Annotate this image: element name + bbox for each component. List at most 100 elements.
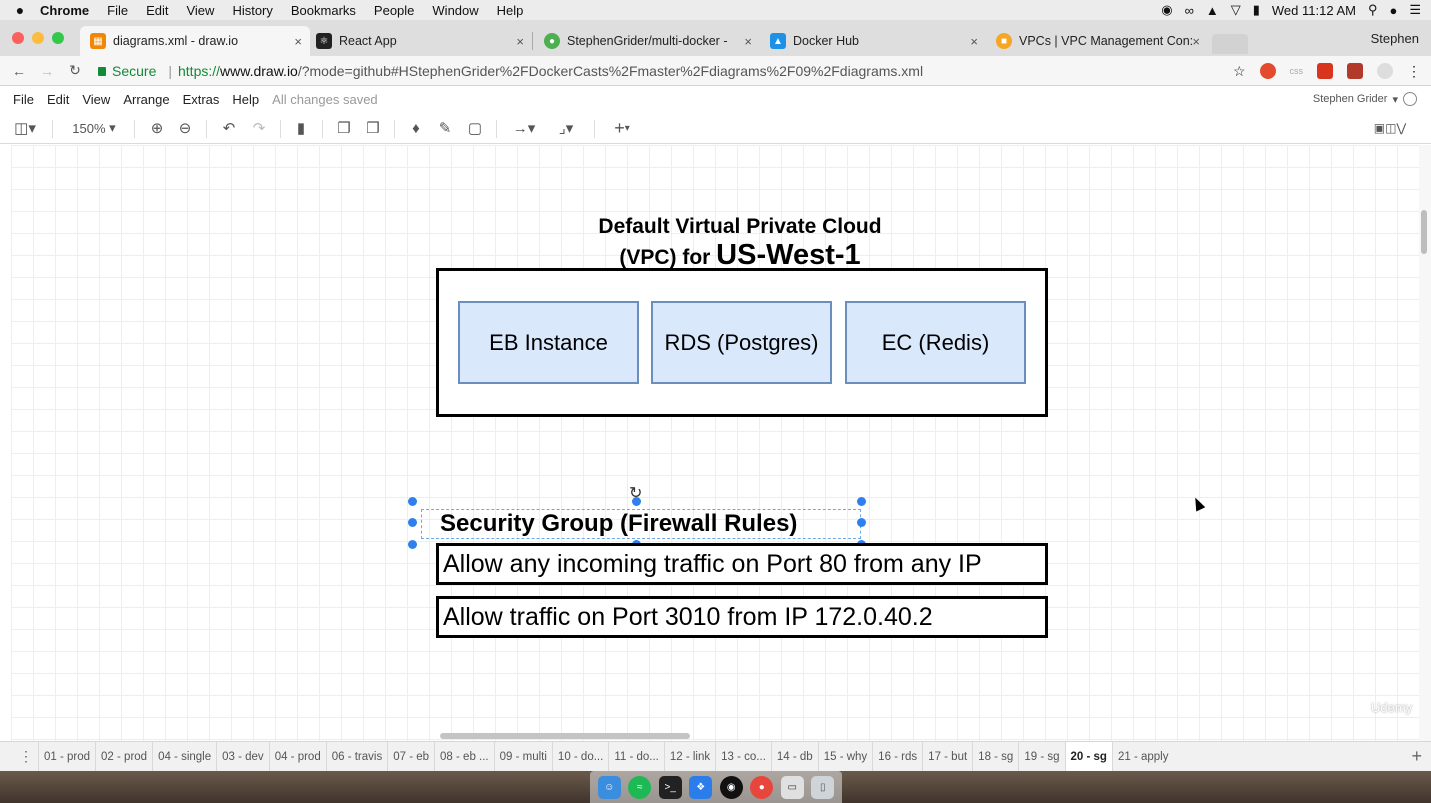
firewall-rule-2[interactable]: Allow traffic on Port 3010 from IP 172.0… — [436, 596, 1048, 638]
minimize-window-icon[interactable] — [32, 32, 44, 44]
panel-toggle-icon[interactable]: ◫▾ — [10, 112, 40, 144]
page-tab[interactable]: 01 - prod — [38, 741, 95, 772]
chrome-icon[interactable]: ● — [750, 775, 774, 799]
zoom-in-icon[interactable]: ⊕ — [146, 112, 168, 144]
page-tab[interactable]: 04 - prod — [268, 741, 326, 772]
menu-edit[interactable]: Edit — [146, 3, 168, 18]
drawio-menu-view[interactable]: View — [82, 92, 110, 107]
tab-drawio[interactable]: ▦ diagrams.xml - draw.io × — [80, 26, 310, 56]
eb-instance-shape[interactable]: EB Instance — [458, 301, 639, 384]
glasses-icon[interactable]: ∞ — [1185, 3, 1194, 18]
spotlight-icon[interactable]: ⚲ — [1368, 2, 1378, 18]
drawio-menu-edit[interactable]: Edit — [47, 92, 69, 107]
waypoints-icon[interactable]: ⌟▾ — [548, 112, 584, 144]
resize-handle[interactable] — [857, 497, 866, 506]
drawio-menu-file[interactable]: File — [13, 92, 34, 107]
shadow-icon[interactable]: ▢ — [464, 112, 486, 144]
resize-handle[interactable] — [408, 518, 417, 527]
notification-center-icon[interactable]: ☰ — [1409, 2, 1421, 18]
connection-style-icon[interactable]: →▾ — [506, 112, 542, 144]
firewall-rule-1[interactable]: Allow any incoming traffic on Port 80 fr… — [436, 543, 1048, 585]
pages-menu-icon[interactable]: ⋮ — [14, 748, 38, 765]
line-color-icon[interactable]: ✎ — [434, 112, 456, 144]
menu-file[interactable]: File — [107, 3, 128, 18]
ublock-extension-icon[interactable] — [1347, 63, 1363, 79]
delete-icon[interactable]: ▮ — [290, 112, 312, 144]
resize-handle[interactable] — [632, 497, 641, 506]
user-menu[interactable]: Stephen Grider ▾ — [1313, 92, 1417, 106]
wifi-icon[interactable]: ▽ — [1231, 2, 1241, 18]
tab-github[interactable]: ● StephenGrider/multi-docker - × — [534, 26, 760, 56]
horizontal-scrollbar-thumb[interactable] — [440, 733, 690, 739]
page-tab[interactable]: 21 - apply — [1111, 741, 1174, 772]
clock[interactable]: Wed 11:12 AM — [1272, 3, 1356, 18]
docker-icon[interactable]: ▲ — [1206, 3, 1219, 18]
page-tab[interactable]: 13 - co... — [715, 741, 771, 772]
bookmark-star-icon[interactable]: ☆ — [1233, 63, 1246, 80]
page-tab[interactable]: 11 - do... — [608, 741, 664, 772]
resize-handle[interactable] — [408, 497, 417, 506]
zoom-out-icon[interactable]: ⊖ — [174, 112, 196, 144]
terminal-icon[interactable]: >_ — [658, 775, 682, 799]
tab-docker-hub[interactable]: ▲ Docker Hub × — [760, 26, 986, 56]
page-tab[interactable]: 15 - why — [817, 741, 872, 772]
to-back-icon[interactable]: ❒ — [362, 112, 384, 144]
battery-icon[interactable]: ▮ — [1253, 2, 1260, 18]
vscode-icon[interactable]: ❖ — [689, 775, 713, 799]
tab-react-app[interactable]: ⚛ React App × — [306, 26, 532, 56]
trash-icon[interactable]: ▯ — [811, 775, 835, 799]
obs-dock-icon[interactable]: ◉ — [719, 775, 743, 799]
vertical-scrollbar-thumb[interactable] — [1421, 210, 1427, 254]
lastpass-extension-icon[interactable] — [1317, 63, 1333, 79]
menu-help[interactable]: Help — [497, 3, 524, 18]
page-tab[interactable]: 06 - travis — [325, 741, 388, 772]
close-icon[interactable]: × — [1192, 34, 1200, 49]
url-field[interactable]: Secure | https:// www.draw.io /?mode=git… — [98, 63, 923, 79]
css-extension-icon[interactable]: css — [1290, 66, 1304, 76]
zoom-select[interactable]: 150% ▾ — [64, 112, 124, 144]
reload-icon[interactable]: ↻ — [66, 62, 84, 79]
security-group-title[interactable]: Security Group (Firewall Rules) — [421, 509, 861, 539]
sync-extension-icon[interactable] — [1377, 63, 1393, 79]
rds-postgres-shape[interactable]: RDS (Postgres) — [651, 301, 832, 384]
forward-icon[interactable]: → — [38, 63, 56, 79]
resize-handle[interactable] — [408, 540, 417, 549]
page-tab[interactable]: 03 - dev — [216, 741, 269, 772]
menu-view[interactable]: View — [186, 3, 214, 18]
page-tab[interactable]: 20 - sg — [1064, 741, 1112, 772]
redo-icon[interactable]: ↷ — [248, 112, 270, 144]
more-menu-icon[interactable]: ⋮ — [1407, 63, 1421, 80]
apple-icon[interactable]: ● — [0, 2, 40, 18]
page-tab[interactable]: 02 - prod — [95, 741, 152, 772]
globe-icon[interactable] — [1403, 92, 1417, 106]
menu-window[interactable]: Window — [432, 3, 478, 18]
page-tab[interactable]: 18 - sg — [972, 741, 1018, 772]
zoom-window-icon[interactable] — [52, 32, 64, 44]
vpc-title[interactable]: Default Virtual Private Cloud (VPC) for … — [530, 212, 950, 272]
page-tab[interactable]: 17 - but — [922, 741, 972, 772]
menu-history[interactable]: History — [232, 3, 272, 18]
page-tab[interactable]: 14 - db — [770, 741, 818, 772]
to-front-icon[interactable]: ❐ — [333, 112, 355, 144]
menu-bookmarks[interactable]: Bookmarks — [291, 3, 356, 18]
ec-redis-shape[interactable]: EC (Redis) — [845, 301, 1026, 384]
close-icon[interactable]: × — [516, 34, 524, 49]
profile-button[interactable]: Stephen — [1371, 31, 1419, 46]
fullscreen-collapse-icon[interactable]: ▣◫⋁ — [1366, 112, 1414, 144]
tab-vpcs[interactable]: ■ VPCs | VPC Management Con: × — [986, 26, 1208, 56]
close-window-icon[interactable] — [12, 32, 24, 44]
resize-handle[interactable] — [857, 518, 866, 527]
fill-color-icon[interactable]: ♦ — [405, 112, 427, 144]
opera-extension-icon[interactable] — [1259, 63, 1276, 79]
siri-icon[interactable]: ● — [1389, 3, 1397, 18]
page-tab[interactable]: 04 - single — [152, 741, 216, 772]
drawio-menu-extras[interactable]: Extras — [183, 92, 220, 107]
page-tab[interactable]: 09 - multi — [493, 741, 552, 772]
new-tab-button[interactable] — [1212, 34, 1248, 54]
page-tab[interactable]: 10 - do... — [551, 741, 608, 772]
menu-people[interactable]: People — [374, 3, 414, 18]
back-icon[interactable]: ← — [10, 63, 28, 79]
close-icon[interactable]: × — [970, 34, 978, 49]
spotify-icon[interactable]: ≈ — [628, 775, 652, 799]
drawio-menu-arrange[interactable]: Arrange — [123, 92, 169, 107]
